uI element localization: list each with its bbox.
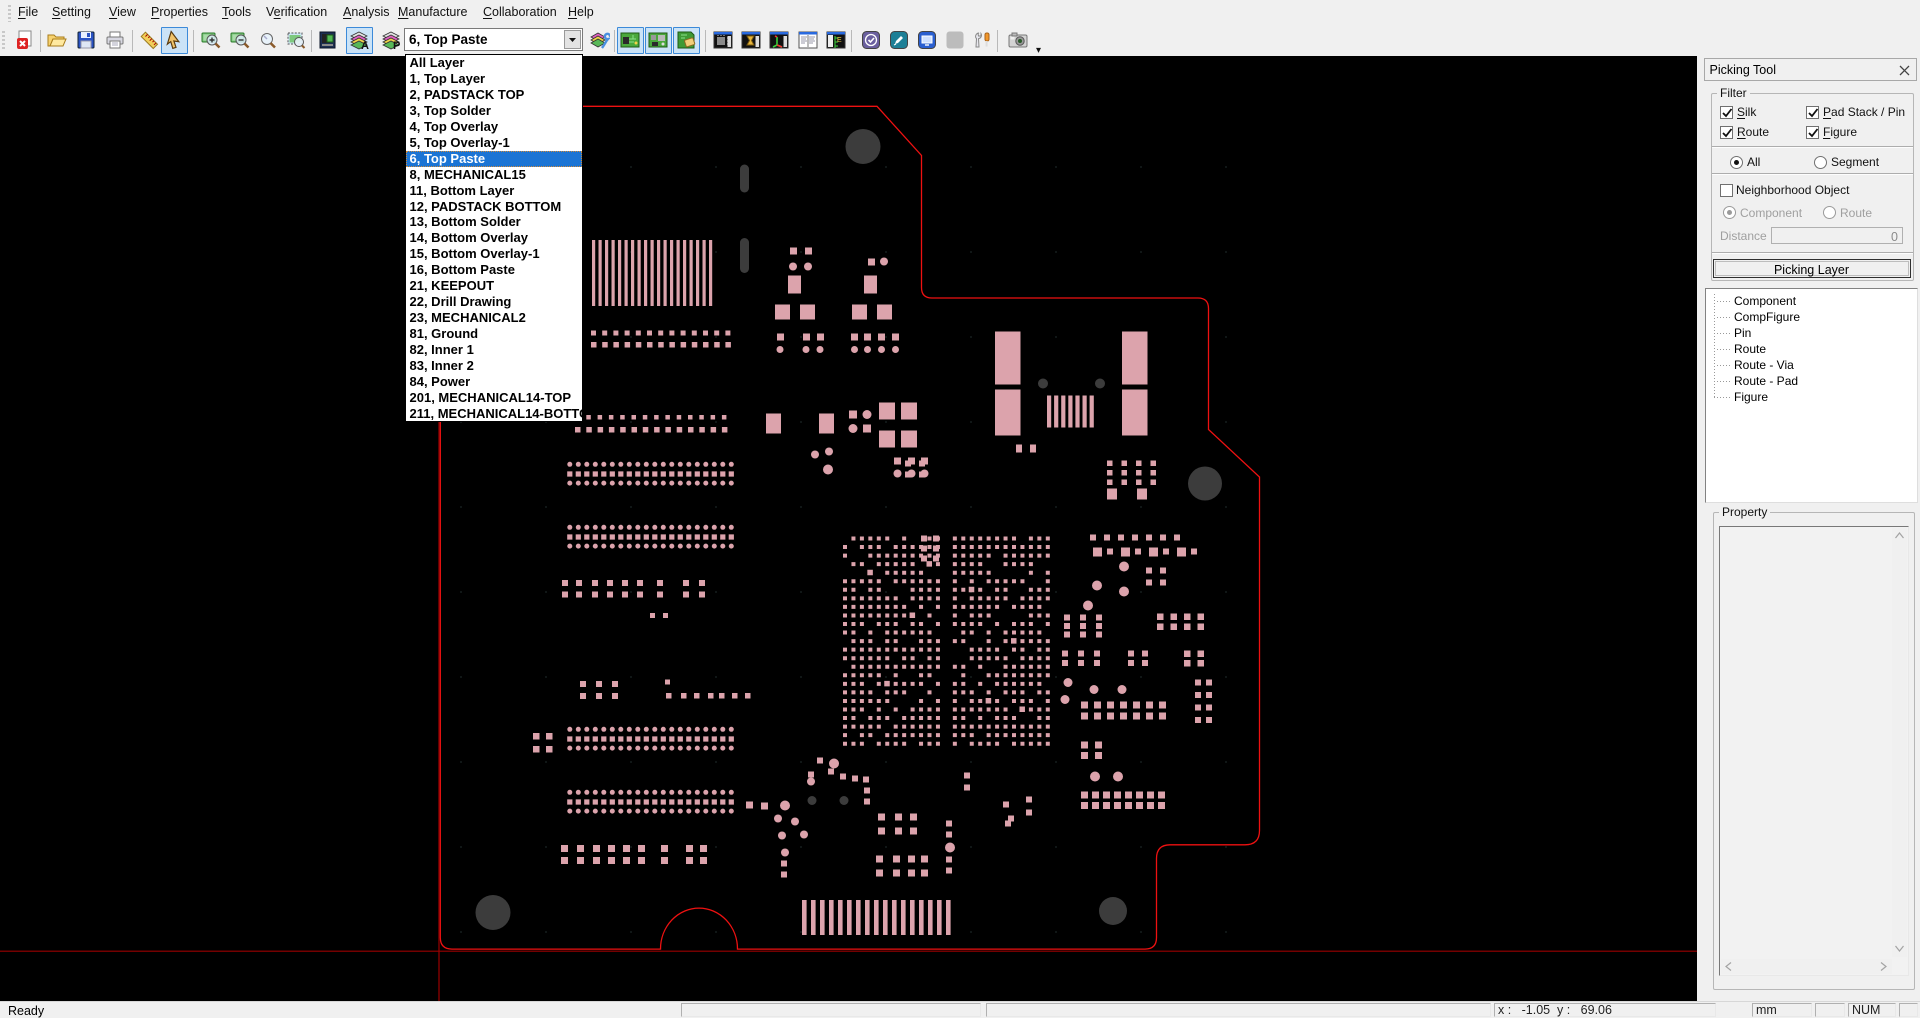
svg-text:E: E [837,37,842,44]
svg-text:A: A [361,40,369,50]
svg-text:P: P [393,40,400,50]
